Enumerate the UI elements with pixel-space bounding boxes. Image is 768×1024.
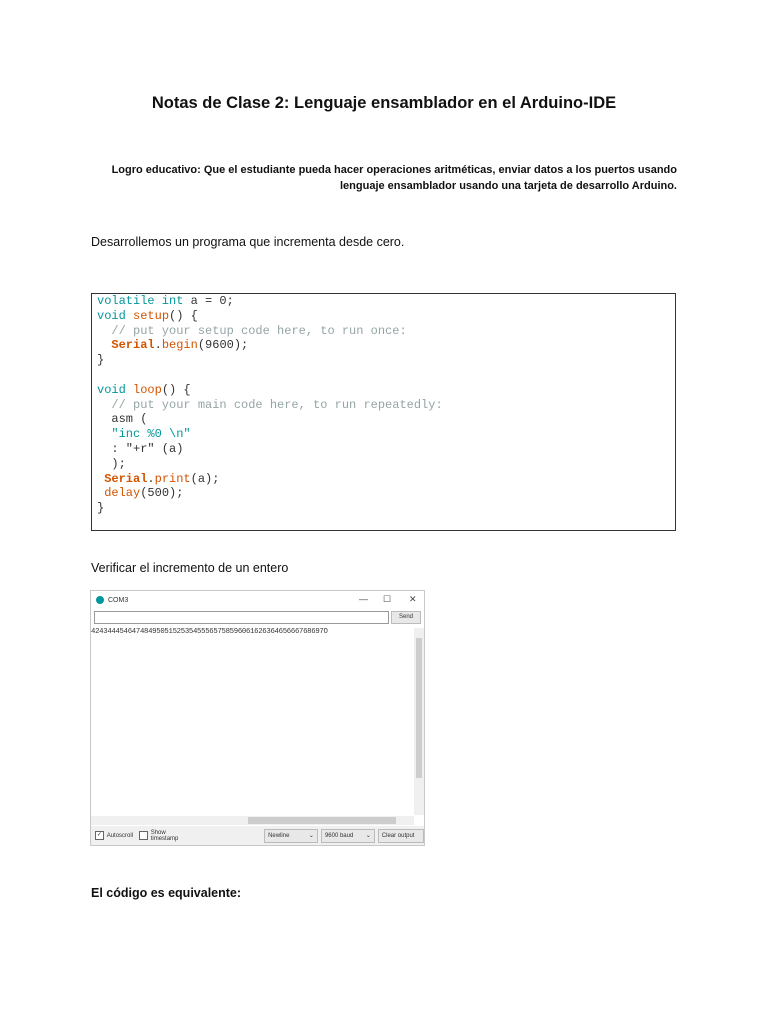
code-token: (a); bbox=[190, 471, 220, 486]
verify-paragraph: Verificar el incremento de un entero bbox=[91, 561, 289, 575]
code-line: Serial.begin(9600); bbox=[97, 338, 675, 353]
monitor-footer: ✓ Autoscroll Show timestamp Newline ⌄ 960… bbox=[91, 826, 424, 845]
code-token: . bbox=[147, 471, 155, 486]
code-token: delay bbox=[104, 486, 141, 501]
code-token: Serial bbox=[111, 338, 155, 353]
window-title: COM3 bbox=[108, 596, 129, 604]
autoscroll-checkbox[interactable]: ✓ bbox=[95, 831, 104, 840]
code-block: volatile int a = 0; void setup() { // put… bbox=[91, 293, 676, 531]
serial-monitor-window: COM3 — ☐ ✕ Send 424344454647484950515253… bbox=[90, 590, 425, 846]
code-line: volatile int a = 0; bbox=[97, 294, 675, 309]
code-token: print bbox=[154, 471, 191, 486]
code-line: void setup() { bbox=[97, 309, 675, 324]
code-token: . bbox=[154, 338, 162, 353]
code-token: : "+r" (a) bbox=[97, 441, 184, 456]
equivalent-paragraph: El código es equivalente: bbox=[91, 886, 242, 900]
serial-output: 4243444546474849505152535455565758596061… bbox=[91, 628, 328, 636]
learning-goal-line: lenguaje ensamblador usando una tarjeta … bbox=[340, 180, 677, 192]
code-token: // put your main code here, to run repea… bbox=[97, 397, 443, 412]
code-token: (9600); bbox=[197, 338, 249, 353]
code-line: // put your setup code here, to run once… bbox=[97, 324, 675, 339]
code-token: loop bbox=[133, 382, 162, 397]
code-token: begin bbox=[161, 338, 198, 353]
code-token: void bbox=[97, 308, 134, 323]
minimize-button[interactable]: — bbox=[359, 594, 368, 604]
learning-goal-line: Logro educativo: Que el estudiante pueda… bbox=[111, 164, 677, 176]
code-line: } bbox=[97, 353, 675, 368]
code-line: } bbox=[97, 501, 675, 516]
title-bar: COM3 bbox=[91, 591, 424, 609]
chevron-down-icon: ⌄ bbox=[308, 832, 314, 839]
baud-value: 9600 baud bbox=[324, 832, 354, 839]
code-token: setup bbox=[133, 308, 170, 323]
code-token: "inc %0 \n" bbox=[97, 427, 191, 442]
code-token: () { bbox=[169, 308, 198, 323]
vertical-scrollbar[interactable] bbox=[414, 628, 424, 815]
code-line: asm ( bbox=[97, 412, 675, 427]
code-line: // put your main code here, to run repea… bbox=[97, 398, 675, 413]
code-token: } bbox=[97, 353, 105, 368]
scroll-thumb[interactable] bbox=[248, 817, 396, 824]
scroll-thumb[interactable] bbox=[416, 638, 422, 778]
code-token: (500); bbox=[140, 486, 184, 501]
code-line: Serial.print(a); bbox=[97, 472, 675, 487]
code-token: Serial bbox=[104, 471, 148, 486]
page-title: Notas de Clase 2: Lenguaje ensamblador e… bbox=[151, 94, 617, 112]
code-line: delay(500); bbox=[97, 486, 675, 501]
learning-goal: Logro educativo: Que el estudiante pueda… bbox=[87, 162, 677, 194]
intro-paragraph: Desarrollemos un programa que incrementa… bbox=[91, 235, 405, 249]
chevron-down-icon: ⌄ bbox=[365, 832, 371, 839]
autoscroll-label: Autoscroll bbox=[106, 832, 134, 839]
code-line: : "+r" (a) bbox=[97, 442, 675, 457]
code-token: ); bbox=[97, 456, 126, 471]
code-token: () { bbox=[161, 382, 191, 397]
arduino-logo-icon bbox=[96, 596, 104, 604]
horizontal-scrollbar[interactable] bbox=[91, 816, 414, 825]
line-ending-value: Newline bbox=[268, 832, 290, 839]
clear-output-button[interactable]: Clear output bbox=[377, 828, 424, 843]
send-button[interactable]: Send bbox=[391, 611, 421, 624]
code-token: a = 0; bbox=[183, 294, 234, 308]
code-token: volatile int bbox=[97, 294, 184, 308]
code-token: } bbox=[97, 501, 105, 516]
maximize-button[interactable]: ☐ bbox=[383, 594, 391, 605]
serial-input[interactable] bbox=[94, 611, 389, 624]
code-token: asm ( bbox=[97, 412, 148, 427]
code-token: // put your setup code here, to run once… bbox=[97, 323, 407, 338]
code-line: ); bbox=[97, 457, 675, 472]
code-token: void bbox=[97, 382, 134, 397]
line-ending-select[interactable]: Newline ⌄ bbox=[264, 828, 318, 843]
baud-select[interactable]: 9600 baud ⌄ bbox=[320, 828, 375, 843]
code-line: void loop() { bbox=[97, 383, 675, 398]
timestamp-checkbox[interactable] bbox=[139, 831, 148, 840]
timestamp-label: Show timestamp bbox=[150, 829, 179, 842]
code-line: "inc %0 \n" bbox=[97, 427, 675, 442]
close-button[interactable]: ✕ bbox=[409, 594, 417, 605]
